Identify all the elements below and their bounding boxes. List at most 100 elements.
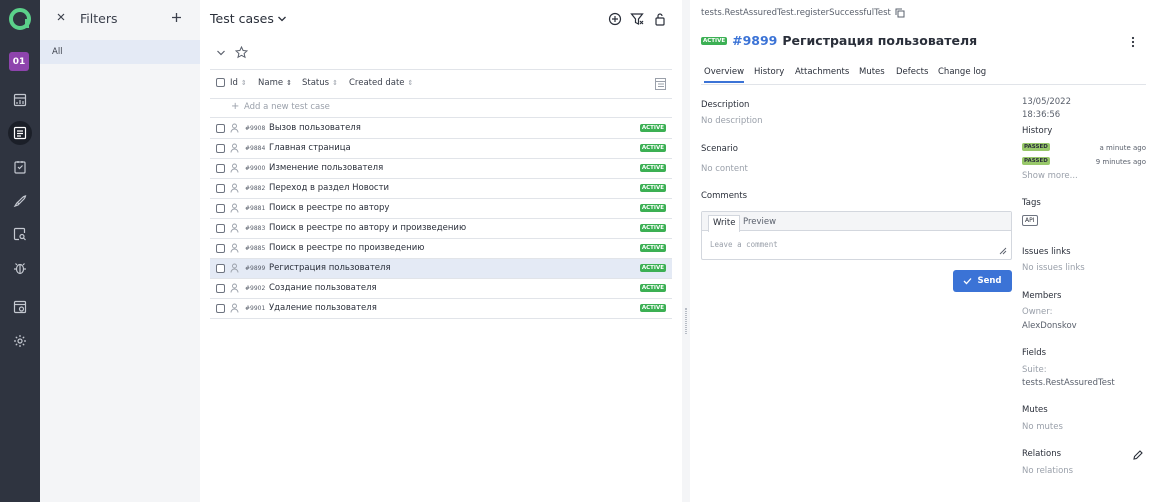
search-results-icon[interactable] [8,222,32,246]
manual-test-icon [230,163,239,173]
row-checkbox[interactable] [216,204,225,213]
created-date: 13/05/2022 [1022,97,1071,107]
table-row[interactable]: #9901 Удаление пользователя ACTIVE [210,299,672,319]
panel-splitter[interactable] [682,0,690,502]
history-status-badge[interactable]: PASSED [1022,157,1050,165]
dashboards-icon[interactable] [8,88,32,112]
select-all-checkbox[interactable] [216,78,225,87]
status-badge: ACTIVE [639,164,666,172]
tab-mutes[interactable]: Mutes [859,67,885,77]
row-id: #9902 [245,285,266,292]
edit-pencil-icon[interactable] [1133,450,1143,460]
row-checkbox[interactable] [216,164,225,173]
star-icon[interactable] [235,46,248,59]
row-id: #9900 [245,165,266,172]
tab-attachments[interactable]: Attachments [795,67,849,77]
row-name: Регистрация пользователя [269,263,391,273]
tab-preview[interactable]: Preview [743,217,776,227]
filter-item-all[interactable]: All [40,40,200,64]
plus-icon: + [231,101,240,112]
copy-icon[interactable] [895,8,905,18]
settings-gear-icon[interactable] [8,329,32,353]
test-case-list: Test cases Id ⇕ Name ⇕ Status ⇕ Created dat… [200,0,682,502]
test-cases-icon[interactable] [8,121,32,145]
add-circle-icon[interactable] [608,12,622,26]
table-row[interactable]: #9885 Поиск в реестре по произведению ACTI… [210,239,672,259]
column-id[interactable]: Id ⇕ [230,78,247,88]
status-badge: ACTIVE [639,264,666,272]
status-badge: ACTIVE [639,224,666,232]
comment-input[interactable]: Leave a comment [710,240,778,249]
column-name[interactable]: Name ⇕ [258,78,292,88]
column-status[interactable]: Status ⇕ [302,78,338,88]
add-filter-icon[interactable] [171,12,182,23]
launches-icon[interactable] [8,189,32,213]
column-settings-icon[interactable] [654,77,667,91]
row-checkbox[interactable] [216,124,225,133]
show-more-link[interactable]: Show more... [1022,171,1078,181]
table-row[interactable]: #9900 Изменение пользователя ACTIVE [210,159,672,179]
tab-change-log[interactable]: Change log [938,67,986,77]
tab-defects[interactable]: Defects [896,67,928,77]
table-row[interactable]: #9883 Поиск в реестре по автору и произве… [210,219,672,239]
close-icon[interactable] [56,12,66,22]
filter-clear-icon[interactable] [630,12,644,26]
comments-label: Comments [701,191,748,201]
suite-value: tests.RestAssuredTest [1022,378,1115,388]
row-checkbox[interactable] [216,184,225,193]
table-row[interactable]: #9881 Поиск в реестре по автору ACTIVE [210,199,672,219]
splitter-grip[interactable] [685,308,687,334]
allure-logo-icon[interactable] [8,7,32,31]
mutes-label: Mutes [1022,405,1048,415]
column-created-date[interactable]: Created date ⇕ [349,78,413,88]
table-row[interactable]: #9902 Создание пользователя ACTIVE [210,279,672,299]
row-checkbox[interactable] [216,264,225,273]
detail-title: ACTIVE #9899 Регистрация пользователя [701,33,977,48]
row-id: #9908 [245,125,266,132]
sort-icon: ⇕ [240,79,247,87]
history-time: 9 minutes ago [1095,158,1146,166]
tag-chip[interactable]: API [1022,215,1038,226]
tab-overview[interactable]: Overview [704,67,745,83]
description-value[interactable]: No description [701,116,763,126]
lock-icon[interactable] [654,12,666,26]
row-checkbox[interactable] [216,244,225,253]
row-name: Создание пользователя [269,283,377,293]
row-name: Главная страница [269,143,351,153]
add-test-case-row[interactable]: + Add a new test case [210,99,672,118]
row-checkbox[interactable] [216,144,225,153]
list-title[interactable]: Test cases [210,11,274,26]
jobs-icon[interactable] [8,295,32,319]
row-checkbox[interactable] [216,304,225,313]
status-badge: ACTIVE [639,184,666,192]
manual-test-icon [230,223,239,233]
defects-icon[interactable] [8,256,32,280]
status-badge: ACTIVE [639,304,666,312]
tab-history[interactable]: History [754,67,784,77]
collapse-chevron-icon[interactable] [216,49,226,57]
send-label: Send [977,276,1002,286]
resize-handle-icon[interactable] [999,247,1007,255]
created-time: 18:36:56 [1022,110,1061,120]
table-header: Id ⇕ Name ⇕ Status ⇕ Created date ⇕ [210,69,672,99]
table-row[interactable]: #9884 Главная страница ACTIVE [210,139,672,159]
test-plans-icon[interactable] [8,155,32,179]
row-name: Переход в раздел Новости [269,183,390,193]
filters-title: Filters [80,11,118,26]
project-avatar[interactable]: 01 [9,52,29,71]
tab-write[interactable]: Write [708,215,741,232]
table-row[interactable]: #9899 Регистрация пользователя ACTIVE [210,259,672,279]
scenario-label: Scenario [701,144,738,154]
row-checkbox[interactable] [216,224,225,233]
table-row[interactable]: #9882 Переход в раздел Новости ACTIVE [210,179,672,199]
history-status-badge[interactable]: PASSED [1022,143,1050,151]
test-case-number: #9899 [732,33,778,48]
table-row[interactable]: #9908 Вызов пользователя ACTIVE [210,119,672,139]
scenario-value[interactable]: No content [701,164,748,174]
more-menu-icon[interactable] [1131,36,1135,48]
row-id: #9901 [245,305,266,312]
chevron-down-icon[interactable] [277,15,287,23]
row-checkbox[interactable] [216,284,225,293]
send-button[interactable]: Send [953,270,1012,292]
row-name: Поиск в реестре по произведению [269,243,425,253]
